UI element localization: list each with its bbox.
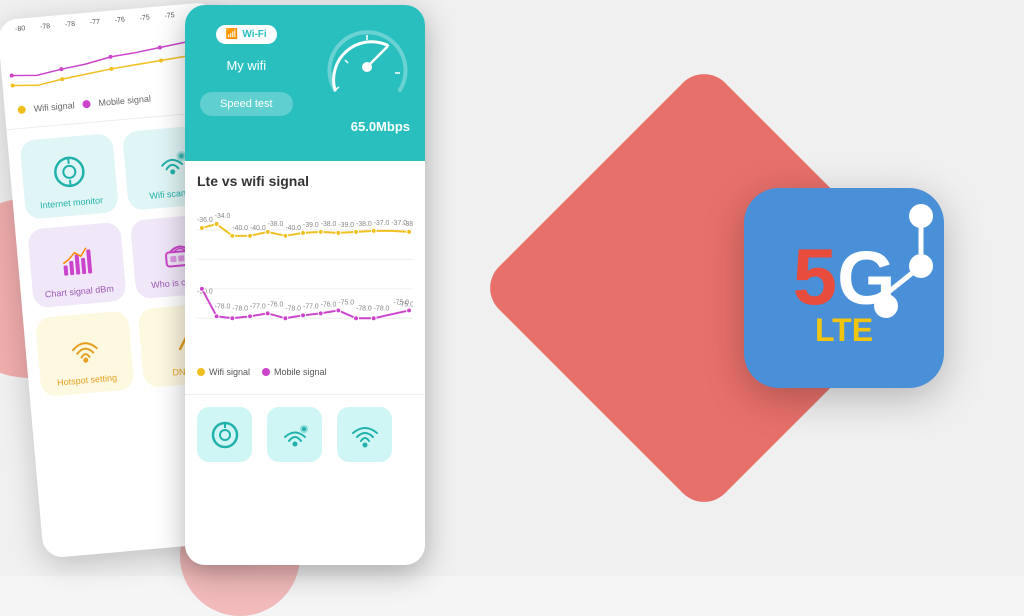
svg-text:-36.0: -36.0	[197, 217, 213, 224]
mobile-legend-label: Mobile signal	[98, 94, 151, 109]
speed-test-button[interactable]: Speed test	[200, 92, 293, 116]
svg-text:-76.0: -76.0	[268, 301, 284, 308]
hotspot-label: Hotspot setting	[57, 373, 118, 388]
feature-card-internet-monitor[interactable]: Internet monitor	[19, 133, 119, 220]
wifi-legend: Wifi signal	[197, 367, 250, 377]
wifi-badge-label: Wi-Fi	[242, 29, 266, 40]
svg-text:-77.0: -77.0	[303, 303, 319, 310]
bottom-icon-wifi[interactable]	[337, 407, 392, 462]
my-wifi-label: My wifi	[226, 58, 266, 73]
mobile-legend-dot	[82, 100, 91, 109]
lte-wifi-title: Lte vs wifi signal	[197, 173, 413, 189]
svg-text:-76.0: -76.0	[321, 301, 337, 308]
wifi-legend-dot	[17, 105, 26, 114]
svg-text:-39.0: -39.0	[338, 222, 354, 229]
svg-text:-78.0: -78.0	[374, 305, 390, 312]
svg-text:-78.0: -78.0	[356, 305, 372, 312]
internet-monitor-icon	[47, 150, 90, 193]
svg-text:-38.0: -38.0	[356, 221, 372, 228]
svg-text:-40.0: -40.0	[285, 225, 301, 232]
chart-signal-label: Chart signal dBm	[44, 283, 114, 299]
app-icon-g: G	[837, 241, 895, 316]
center-header: 📶 Wi-Fi My wifi Speed test	[185, 5, 425, 161]
wifi-badge: 📶 Wi-Fi	[216, 25, 277, 44]
speed-value: 65.0Mbps	[351, 119, 410, 134]
svg-text:-37.0: -37.0	[374, 220, 390, 227]
svg-text:-78.0: -78.0	[215, 303, 231, 310]
svg-text:-34.0: -34.0	[215, 213, 231, 220]
wifi-legend-label: Wifi signal	[33, 100, 75, 114]
hotspot-icon	[63, 328, 106, 371]
chart-legend: Wifi signal Mobile signal	[197, 367, 413, 377]
svg-text:-78.0: -78.0	[232, 305, 248, 312]
svg-text:-75.0: -75.0	[338, 300, 354, 307]
mobile-dot	[262, 368, 270, 376]
svg-text:-39.0: -39.0	[303, 222, 319, 229]
app-icon-5: 5	[793, 237, 838, 317]
internet-monitor-label: Internet monitor	[40, 195, 104, 210]
svg-text:-77.0: -77.0	[250, 303, 266, 310]
chart-signal-icon	[55, 239, 98, 282]
svg-text:-38.0: -38.0	[403, 221, 413, 228]
svg-text:-75.0: -75.0	[398, 301, 413, 308]
app-icon-lte: LTE	[815, 312, 873, 349]
svg-text:-38.0: -38.0	[321, 221, 337, 228]
svg-text:-38.0: -38.0	[268, 221, 284, 228]
app-icon: 5 G LTE	[744, 188, 944, 388]
phone-center: 📶 Wi-Fi My wifi Speed test	[185, 5, 425, 565]
feature-card-hotspot[interactable]: Hotspot setting	[35, 310, 135, 397]
center-bottom-icons	[185, 394, 425, 474]
wifi-icon-small: 📶	[226, 29, 238, 40]
mobile-legend-text: Mobile signal	[274, 367, 327, 377]
signal-chart: -36.0 -34.0 -40.0 -40.0 -38.0 -40.0 -39.…	[197, 199, 413, 359]
wifi-legend-text: Wifi signal	[209, 367, 250, 377]
bottom-icon-scanner[interactable]	[267, 407, 322, 462]
svg-text:-40.0: -40.0	[232, 225, 248, 232]
bottom-icon-monitor[interactable]	[197, 407, 252, 462]
speedometer	[325, 25, 410, 110]
svg-text:-78.0: -78.0	[285, 305, 301, 312]
feature-card-chart-signal[interactable]: Chart signal dBm	[27, 222, 127, 309]
wifi-dot	[197, 368, 205, 376]
center-body: Lte vs wifi signal -36.0 -34.0 -40.0 -40…	[185, 161, 425, 389]
mobile-legend: Mobile signal	[262, 367, 327, 377]
svg-text:-40.0: -40.0	[250, 225, 266, 232]
